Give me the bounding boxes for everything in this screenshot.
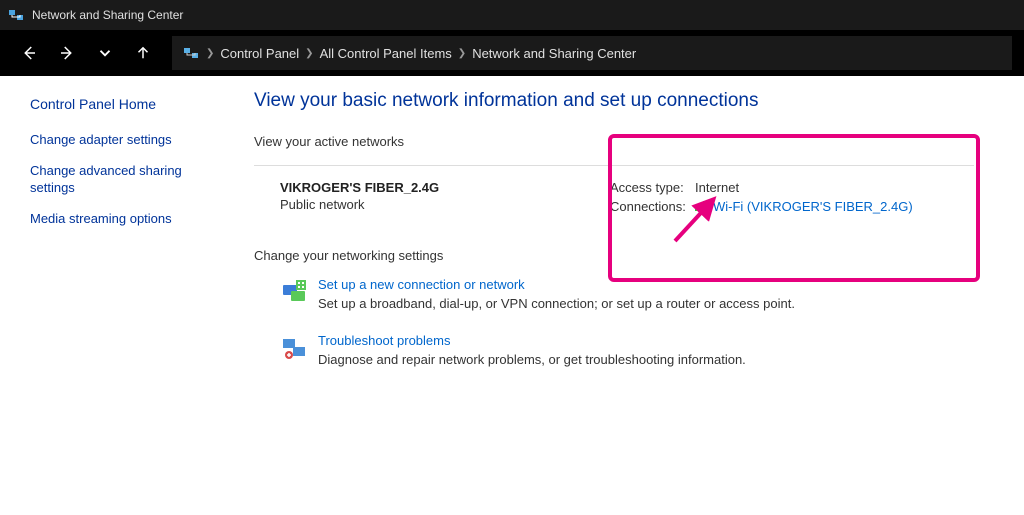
breadcrumb-item[interactable]: Control Panel xyxy=(220,46,299,61)
access-type-label: Access type: xyxy=(610,180,695,195)
connections-label: Connections: xyxy=(610,199,695,214)
sidebar-link-media-streaming[interactable]: Media streaming options xyxy=(30,211,210,228)
address-bar[interactable]: ❯ Control Panel ❯ All Control Panel Item… xyxy=(172,36,1012,70)
chevron-right-icon[interactable]: ❯ xyxy=(458,48,466,59)
new-connection-icon xyxy=(280,277,308,305)
network-type: Public network xyxy=(280,197,610,212)
sidebar-link-advanced-sharing[interactable]: Change advanced sharing settings xyxy=(30,163,210,197)
breadcrumb-item[interactable]: Network and Sharing Center xyxy=(472,46,636,61)
chevron-right-icon[interactable]: ❯ xyxy=(305,48,313,59)
sidebar: Control Panel Home Change adapter settin… xyxy=(0,76,240,515)
chevron-right-icon[interactable]: ❯ xyxy=(206,48,214,59)
network-center-icon xyxy=(8,7,24,23)
connection-link[interactable]: Wi-Fi (VIKROGER'S FIBER_2.4G) xyxy=(713,199,913,214)
back-button[interactable] xyxy=(12,36,46,70)
control-panel-home-link[interactable]: Control Panel Home xyxy=(30,96,226,112)
troubleshoot-icon xyxy=(280,333,308,361)
change-settings-label: Change your networking settings xyxy=(254,248,992,263)
wifi-signal-icon xyxy=(695,199,709,214)
access-type-value: Internet xyxy=(695,180,739,195)
network-center-icon xyxy=(182,44,200,62)
up-button[interactable] xyxy=(126,36,160,70)
setup-connection-link[interactable]: Set up a new connection or network xyxy=(318,277,795,292)
active-networks-label: View your active networks xyxy=(254,134,992,149)
divider xyxy=(254,165,974,166)
main-content: View your basic network information and … xyxy=(240,76,1024,515)
window-title: Network and Sharing Center xyxy=(32,8,183,22)
breadcrumb-item[interactable]: All Control Panel Items xyxy=(320,46,452,61)
recent-dropdown[interactable] xyxy=(88,36,122,70)
network-name: VIKROGER'S FIBER_2.4G xyxy=(280,180,610,195)
nav-toolbar: ❯ Control Panel ❯ All Control Panel Item… xyxy=(0,30,1024,76)
forward-button[interactable] xyxy=(50,36,84,70)
setup-connection-desc: Set up a broadband, dial-up, or VPN conn… xyxy=(318,296,795,311)
troubleshoot-link[interactable]: Troubleshoot problems xyxy=(318,333,746,348)
troubleshoot-desc: Diagnose and repair network problems, or… xyxy=(318,352,746,367)
sidebar-link-adapter[interactable]: Change adapter settings xyxy=(30,132,210,149)
page-title: View your basic network information and … xyxy=(254,90,992,112)
window-titlebar: Network and Sharing Center xyxy=(0,0,1024,30)
